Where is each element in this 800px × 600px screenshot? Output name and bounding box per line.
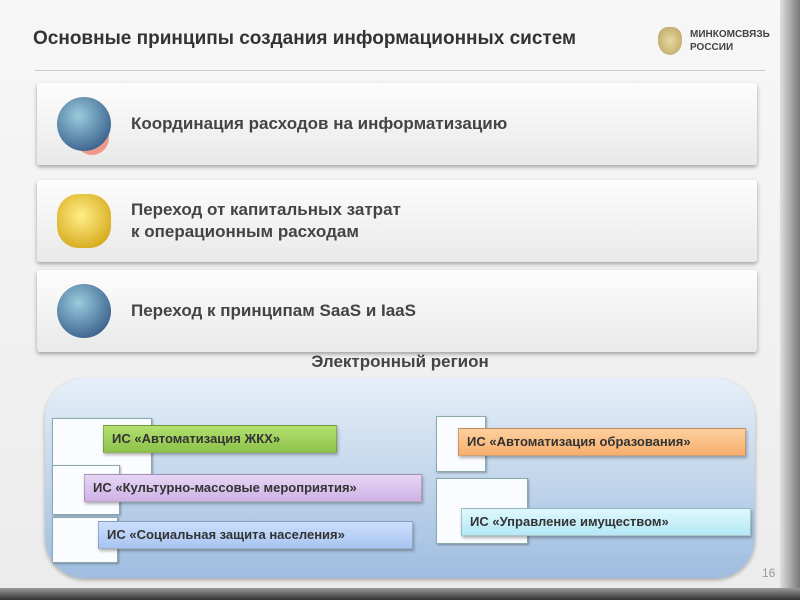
emblem-icon (658, 27, 682, 55)
slide-frame (780, 0, 800, 600)
globe-money-icon (57, 97, 111, 151)
principle-card-1: Координация расходов на информатизацию (37, 83, 757, 165)
globe-table-icon (57, 284, 111, 338)
principle-card-2: Переход от капитальных затрат к операцион… (37, 180, 757, 262)
principle-text: Переход к принципам SaaS и IaaS (131, 301, 416, 320)
principle-text-line2: к операционным расходам (131, 222, 359, 241)
system-label-property: ИС «Управление имуществом» (461, 508, 751, 536)
system-label-education: ИС «Автоматизация образования» (458, 428, 746, 456)
system-label-social: ИС «Социальная защита населения» (98, 521, 413, 549)
principle-text: Координация расходов на информатизацию (131, 114, 508, 133)
system-label-housing: ИС «Автоматизация ЖКХ» (103, 425, 337, 453)
ministry-logo: МИНКОМСВЯЗЬ РОССИИ (658, 27, 770, 55)
region-title: Электронный регион (311, 352, 489, 371)
principle-text-line1: Переход от капитальных затрат (131, 200, 401, 219)
logo-line1: МИНКОМСВЯЗЬ (690, 29, 770, 40)
bottom-bar (0, 588, 800, 600)
page-number: 16 (762, 566, 776, 580)
logo-line2: РОССИИ (690, 42, 734, 53)
divider (35, 70, 765, 71)
principle-card-3: Переход к принципам SaaS и IaaS (37, 270, 757, 352)
slide-title: Основные принципы создания информационны… (33, 28, 577, 49)
coins-icon (57, 194, 111, 248)
system-label-culture: ИС «Культурно-массовые мероприятия» (84, 474, 422, 502)
